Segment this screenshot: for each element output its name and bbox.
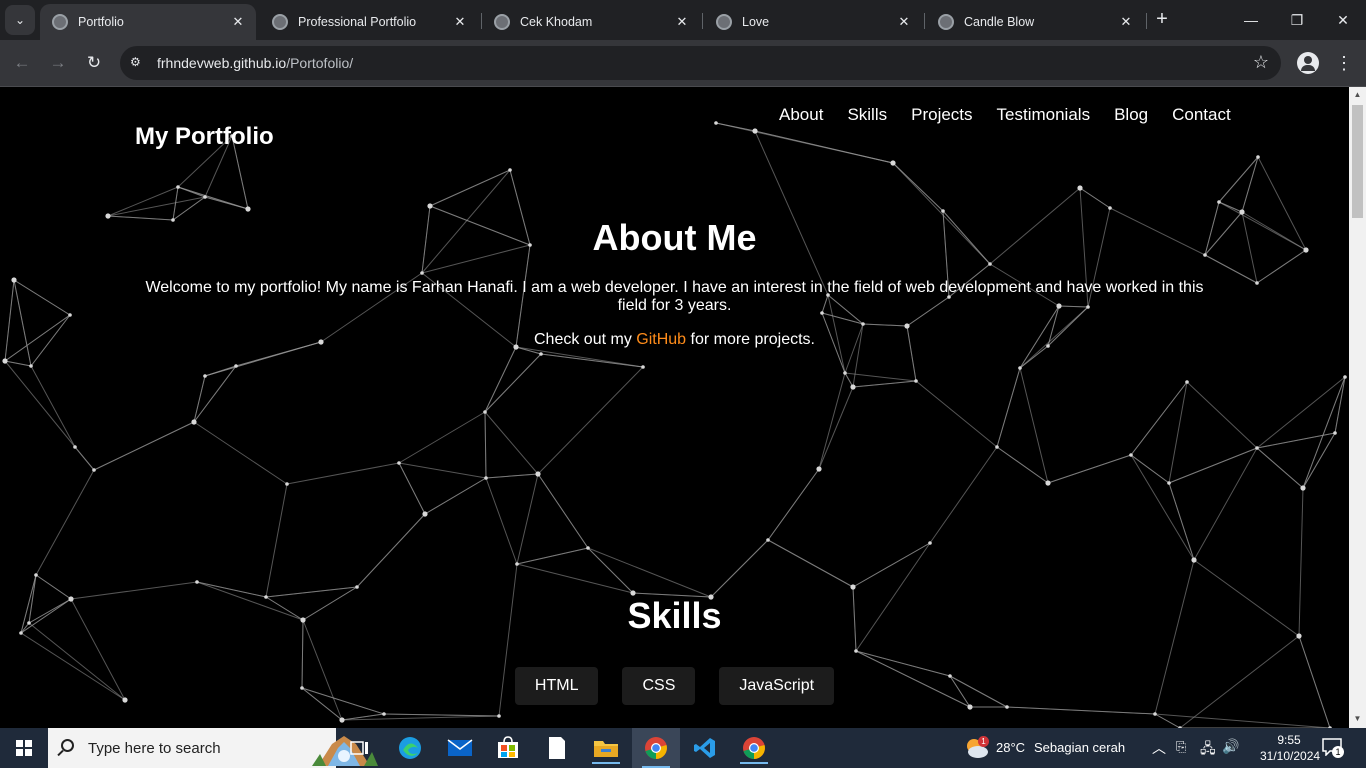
chrome-icon[interactable] bbox=[730, 732, 778, 764]
tab-candle-blow[interactable]: Candle Blow ✕ bbox=[926, 4, 1144, 40]
weather-badge: 1 bbox=[978, 736, 989, 747]
running-indicator bbox=[740, 762, 768, 764]
scroll-down-icon[interactable]: ▼ bbox=[1353, 714, 1362, 723]
clock-date: 31/10/2024 bbox=[1260, 749, 1321, 763]
bookmark-star-icon[interactable]: ☆ bbox=[1253, 52, 1269, 73]
edge-icon[interactable] bbox=[386, 732, 434, 764]
back-icon[interactable]: ← bbox=[9, 50, 35, 76]
tab-strip: ⌄ Portfolio ✕ Professional Portfolio ✕ C… bbox=[0, 0, 1366, 40]
tab-title: Love bbox=[742, 15, 770, 29]
file-explorer-icon[interactable] bbox=[582, 732, 630, 764]
windows-logo-icon bbox=[16, 740, 32, 756]
page-viewport: My Portfolio About Skills Projects Testi… bbox=[0, 87, 1349, 728]
start-button[interactable] bbox=[0, 728, 48, 768]
browser-toolbar: ← → ↻ ⚙ frhndevweb.github.io/Portofolio/… bbox=[0, 40, 1366, 87]
tab-title: Portfolio bbox=[78, 15, 124, 29]
globe-icon bbox=[938, 14, 954, 30]
nav-contact[interactable]: Contact bbox=[1172, 105, 1231, 125]
github-suffix: for more projects. bbox=[686, 331, 816, 348]
globe-icon bbox=[494, 14, 510, 30]
tab-love[interactable]: Love ✕ bbox=[704, 4, 922, 40]
page-scrollbar[interactable]: ▲ ▼ bbox=[1349, 87, 1366, 728]
url-path: /Portofolio/ bbox=[286, 55, 354, 71]
about-text: Welcome to my portfolio! My name is Farh… bbox=[145, 279, 1204, 314]
skills-heading: Skills bbox=[627, 595, 722, 636]
skill-javascript: JavaScript bbox=[719, 667, 835, 705]
site-nav: About Skills Projects Testimonials Blog … bbox=[767, 105, 1243, 125]
profile-avatar-icon[interactable] bbox=[1297, 52, 1319, 74]
vscode-icon[interactable] bbox=[681, 732, 729, 764]
network-icon[interactable]: 🖧 bbox=[1200, 738, 1216, 762]
close-window-button[interactable]: ✕ bbox=[1320, 0, 1366, 40]
nav-about[interactable]: About bbox=[779, 105, 823, 125]
url-text[interactable]: frhndevweb.github.io/Portofolio/ bbox=[157, 55, 353, 71]
close-tab-icon[interactable]: ✕ bbox=[1118, 14, 1134, 30]
tab-search-chevron-icon[interactable]: ⌄ bbox=[5, 5, 35, 35]
minimize-button[interactable]: — bbox=[1228, 0, 1274, 40]
taskbar-search[interactable]: Type here to search bbox=[48, 728, 378, 768]
close-tab-icon[interactable]: ✕ bbox=[896, 14, 912, 30]
tab-title: Professional Portfolio bbox=[298, 15, 417, 29]
skill-css: CSS bbox=[622, 667, 696, 705]
scrollbar-thumb[interactable] bbox=[1352, 105, 1363, 218]
github-prefix: Check out my bbox=[534, 331, 637, 348]
meet-now-icon[interactable]: ⎘ bbox=[1176, 739, 1186, 755]
github-link[interactable]: GitHub bbox=[636, 331, 686, 348]
chrome-icon[interactable] bbox=[632, 728, 680, 768]
about-heading: About Me bbox=[592, 217, 757, 258]
show-hidden-icons-icon[interactable]: ︿ bbox=[1152, 738, 1166, 758]
notification-count: 1 bbox=[1332, 746, 1344, 758]
tab-separator bbox=[1146, 13, 1147, 29]
nav-testimonials[interactable]: Testimonials bbox=[997, 105, 1091, 125]
close-tab-icon[interactable]: ✕ bbox=[452, 14, 468, 30]
nav-projects[interactable]: Projects bbox=[911, 105, 972, 125]
tab-cek-khodam[interactable]: Cek Khodam ✕ bbox=[482, 4, 700, 40]
url-host: frhndevweb.github.io bbox=[157, 55, 287, 71]
close-tab-icon[interactable]: ✕ bbox=[674, 14, 690, 30]
tab-title: Cek Khodam bbox=[520, 15, 593, 29]
reload-icon[interactable]: ↻ bbox=[81, 50, 107, 76]
clock-time: 9:55 bbox=[1277, 733, 1301, 747]
restore-button[interactable]: ❐ bbox=[1274, 0, 1320, 40]
nav-blog[interactable]: Blog bbox=[1114, 105, 1148, 125]
skills-list: HTML CSS JavaScript bbox=[0, 667, 1349, 705]
clock[interactable]: 9:55 31/10/2024 bbox=[1260, 732, 1321, 764]
tab-portfolio[interactable]: Portfolio ✕ bbox=[40, 4, 256, 40]
search-placeholder: Type here to search bbox=[88, 740, 221, 757]
weather-description[interactable]: Sebagian cerah bbox=[1034, 740, 1125, 755]
tab-separator bbox=[702, 13, 703, 29]
github-line: Check out my GitHub for more projects. bbox=[0, 331, 1349, 349]
mail-icon[interactable] bbox=[436, 732, 484, 764]
globe-icon bbox=[272, 14, 288, 30]
globe-icon bbox=[52, 14, 68, 30]
volume-icon[interactable]: 🔊 bbox=[1222, 738, 1239, 755]
weather-icon[interactable]: 1 bbox=[962, 734, 990, 762]
skill-html: HTML bbox=[514, 667, 599, 705]
search-icon bbox=[61, 739, 74, 752]
browser-menu-icon[interactable]: ⋮ bbox=[1334, 50, 1354, 76]
notification-center-icon[interactable]: 1 bbox=[1322, 738, 1346, 758]
globe-icon bbox=[716, 14, 732, 30]
store-icon[interactable] bbox=[484, 732, 532, 764]
new-tab-button[interactable]: + bbox=[1150, 8, 1174, 32]
close-tab-icon[interactable]: ✕ bbox=[230, 14, 246, 30]
weather-temperature[interactable]: 28°C bbox=[996, 740, 1025, 755]
forward-icon[interactable]: → bbox=[45, 50, 71, 76]
tab-separator bbox=[924, 13, 925, 29]
site-title: My Portfolio bbox=[135, 123, 274, 150]
windows-taskbar: Type here to search 1 28°C Sebagian cera… bbox=[0, 728, 1366, 768]
notepad-icon[interactable] bbox=[533, 732, 581, 764]
tab-professional-portfolio[interactable]: Professional Portfolio ✕ bbox=[260, 4, 478, 40]
tab-title: Candle Blow bbox=[964, 15, 1035, 29]
task-view-icon[interactable] bbox=[336, 732, 384, 764]
nav-skills[interactable]: Skills bbox=[847, 105, 887, 125]
running-indicator bbox=[592, 762, 620, 764]
address-bar[interactable]: ⚙ frhndevweb.github.io/Portofolio/ ☆ bbox=[120, 46, 1281, 80]
scroll-up-icon[interactable]: ▲ bbox=[1353, 90, 1362, 99]
site-settings-icon[interactable]: ⚙ bbox=[130, 55, 146, 71]
